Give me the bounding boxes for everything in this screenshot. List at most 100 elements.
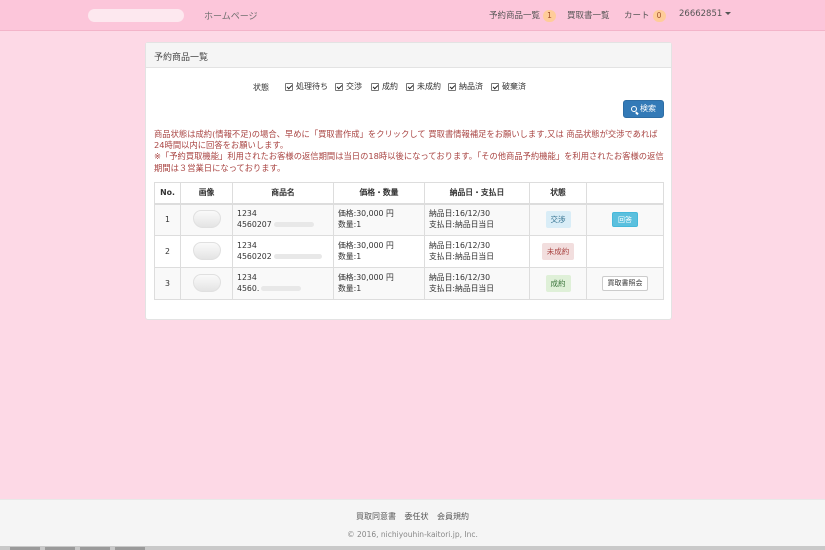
row-number: 1 — [154, 203, 181, 236]
qty-value: 数量:1 — [338, 251, 362, 261]
status-cell: 未成約 — [529, 235, 587, 268]
filter-checkbox-discarded[interactable]: 破棄済 — [491, 81, 526, 92]
mask-product-icon — [192, 241, 221, 260]
notice-text: 商品状態は成約(情報不足)の場合、早めに「買取書作成」をクリックして 買取書情報… — [154, 129, 666, 174]
filter-option-label: 成約 — [382, 82, 398, 91]
status-filter-label: 状態 — [253, 83, 269, 92]
action-cell — [586, 235, 664, 268]
checkbox-checked-icon[interactable] — [491, 82, 499, 91]
product-name-line2: 4560. — [237, 283, 260, 293]
mask-product-icon — [192, 209, 221, 228]
price-value: 価格:30,000 円 — [338, 273, 394, 282]
delivery-date: 納品日:16/12/30 — [429, 273, 491, 282]
reserved-items-panel: 予約商品一覧 状態 処理待ち 交渉 成約 未成約 納品済 破棄済 検索 商品状態… — [145, 42, 672, 320]
action-cell: 買取書照会 — [586, 267, 664, 300]
status-cell: 成約 — [529, 267, 587, 300]
user-menu-dropdown[interactable]: 26662851 — [679, 9, 732, 19]
caret-down-icon — [725, 12, 732, 15]
row-number: 3 — [154, 267, 181, 300]
col-header-dates: 納品日・支払日 — [424, 182, 530, 205]
filter-option-label: 破棄済 — [502, 82, 526, 91]
delivery-date: 納品日:16/12/30 — [429, 241, 491, 250]
copyright-text: © 2016, nichiyouhin-kaitori.jp, Inc. — [347, 530, 478, 539]
nav-cart[interactable]: カート 0 — [624, 9, 666, 22]
nav-reserved-items-label: 予約商品一覧 — [489, 11, 541, 21]
qty-value: 数量:1 — [338, 219, 362, 229]
col-header-status: 状態 — [529, 182, 587, 205]
cart-count-badge: 0 — [652, 9, 666, 22]
delivery-payment: 納品日:16/12/30 支払日:納品日当日 — [424, 235, 530, 268]
top-navbar: ホームページ 予約商品一覧 1 買取書一覧 カート 0 26662851 — [0, 0, 825, 31]
purchase-doc-inquiry-button[interactable]: 買取書照会 — [602, 276, 648, 291]
filter-checkbox-negotiating[interactable]: 交渉 — [335, 81, 362, 92]
product-name-line2: 4560202 — [237, 251, 272, 261]
footer-link-consent[interactable]: 買取同意書 — [356, 512, 396, 521]
product-image — [180, 235, 233, 268]
product-name-line1: 1234 — [237, 273, 257, 282]
footer-link-terms[interactable]: 会員規約 — [437, 512, 469, 521]
product-image — [180, 203, 233, 236]
status-filter: 状態 処理待ち 交渉 成約 未成約 納品済 破棄済 — [146, 81, 671, 95]
checkbox-checked-icon[interactable] — [448, 82, 456, 91]
notice-line-1: 商品状態は成約(情報不足)の場合、早めに「買取書作成」をクリックして 買取書情報… — [154, 129, 658, 151]
mask-product-icon — [192, 273, 221, 292]
redacted-text — [273, 254, 322, 259]
checkbox-checked-icon[interactable] — [285, 82, 293, 91]
filter-checkbox-not-contracted[interactable]: 未成約 — [406, 81, 441, 92]
delivery-payment: 納品日:16/12/30 支払日:納品日当日 — [424, 267, 530, 300]
status-badge: 交渉 — [545, 211, 571, 229]
filter-checkbox-pending[interactable]: 処理待ち — [285, 81, 328, 92]
delivery-payment: 納品日:16/12/30 支払日:納品日当日 — [424, 203, 530, 236]
action-cell: 回答 — [586, 203, 664, 236]
reserved-items-table: No. 画像 商品名 価格・数量 納品日・支払日 状態 1 1234 456020… — [154, 182, 664, 300]
user-id: 26662851 — [679, 9, 723, 19]
product-name: 1234 4560. — [232, 267, 334, 300]
redacted-text — [261, 286, 302, 291]
status-badge: 未成約 — [541, 243, 575, 260]
checkbox-checked-icon[interactable] — [406, 82, 414, 91]
price-qty: 価格:30,000 円数量:1 — [333, 203, 425, 236]
reply-button[interactable]: 回答 — [612, 212, 638, 228]
product-name-line1: 1234 — [237, 209, 257, 219]
product-name-line2: 4560207 — [237, 219, 272, 229]
status-cell: 交渉 — [529, 203, 587, 236]
table-header-row: No. 画像 商品名 価格・数量 納品日・支払日 状態 — [154, 182, 664, 205]
row-number: 2 — [154, 235, 181, 268]
table-row: 3 1234 4560. 価格:30,000 円数量:1 納品日:16/12/30… — [154, 267, 664, 300]
product-name: 1234 4560207 — [232, 203, 334, 236]
filter-option-label: 未成約 — [417, 82, 441, 91]
filter-option-label: 処理待ち — [296, 82, 328, 91]
panel-title: 予約商品一覧 — [146, 43, 671, 68]
price-qty: 価格:30,000 円数量:1 — [333, 235, 425, 268]
col-header-action — [586, 182, 664, 205]
product-image — [180, 267, 233, 300]
price-value: 価格:30,000 円 — [338, 241, 394, 250]
nav-reserved-items[interactable]: 予約商品一覧 1 — [489, 9, 557, 22]
brand-logo[interactable] — [88, 9, 184, 22]
payment-date: 支払日:納品日当日 — [429, 283, 495, 293]
search-icon — [631, 106, 637, 112]
redacted-text — [273, 222, 314, 228]
nav-purchase-docs[interactable]: 買取書一覧 — [567, 9, 610, 21]
reserved-count-badge: 1 — [543, 9, 557, 22]
filter-checkbox-delivered[interactable]: 納品済 — [448, 81, 483, 92]
status-badge: 成約 — [545, 275, 571, 292]
filter-option-label: 交渉 — [346, 82, 362, 91]
filter-option-label: 納品済 — [459, 82, 483, 91]
payment-date: 支払日:納品日当日 — [429, 219, 495, 229]
nav-cart-label: カート — [624, 11, 650, 21]
search-button[interactable]: 検索 — [623, 100, 664, 118]
nav-home-link[interactable]: ホームページ — [204, 9, 258, 22]
checkbox-checked-icon[interactable] — [371, 82, 379, 91]
page-footer: 買取同意書 委任状 会員規約 © 2016, nichiyouhin-kaito… — [0, 499, 825, 546]
col-header-price-qty: 価格・数量 — [333, 182, 425, 205]
price-value: 価格:30,000 円 — [338, 209, 394, 219]
delivery-date: 納品日:16/12/30 — [429, 209, 491, 219]
price-qty: 価格:30,000 円数量:1 — [333, 267, 425, 300]
notice-line-2: ※「予約買取機能」利用されたお客様の返信期間は当日の18時以後になっております。… — [154, 151, 664, 173]
qty-value: 数量:1 — [338, 283, 362, 293]
footer-link-power-of-attorney[interactable]: 委任状 — [405, 512, 429, 521]
checkbox-checked-icon[interactable] — [335, 82, 343, 91]
filter-checkbox-contracted[interactable]: 成約 — [371, 81, 398, 92]
payment-date: 支払日:納品日当日 — [429, 251, 495, 261]
